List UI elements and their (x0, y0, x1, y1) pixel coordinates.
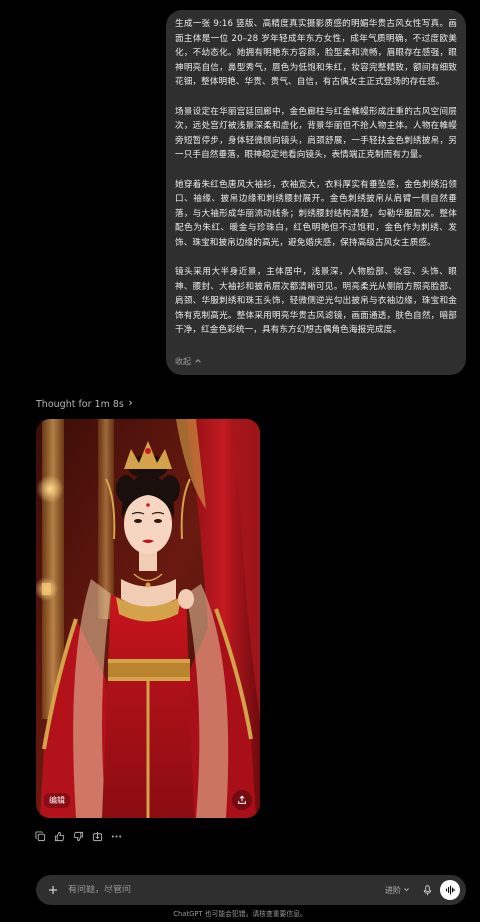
microphone-icon[interactable] (420, 883, 434, 897)
thumbs-up-icon[interactable] (53, 830, 66, 843)
portrait-illustration (36, 419, 260, 818)
thumbs-down-icon[interactable] (72, 830, 85, 843)
share-icon[interactable] (91, 830, 104, 843)
share-icon[interactable] (232, 790, 252, 810)
mode-label: 进阶 (385, 885, 401, 895)
waveform-icon (445, 885, 455, 895)
edit-image-button[interactable]: 编辑 (44, 793, 70, 808)
chevron-down-icon (403, 886, 410, 895)
mode-selector[interactable]: 进阶 (385, 885, 410, 896)
prompt-paragraph: 她穿着朱红色唐风大袖衫，衣袖宽大，衣料厚实有垂坠感，金色刺绣沿领口、袖缘、披帛边… (175, 179, 457, 248)
collapse-button[interactable]: 收起 (175, 356, 202, 367)
footer-disclaimer: ChatGPT 也可能会犯错。请核查重要信息。 (173, 910, 307, 918)
chat-page: 生成一张 9:16 竖版、高精度真实摄影质感的明媚华贵古风女性写真。画面主体是一… (0, 0, 480, 922)
message-actions (34, 830, 123, 843)
message-input[interactable] (68, 885, 385, 895)
voice-mode-button[interactable] (440, 880, 460, 900)
copy-icon[interactable] (34, 830, 47, 843)
collapse-label: 收起 (175, 357, 191, 366)
more-icon[interactable] (110, 830, 123, 843)
prompt-paragraph: 镜头采用大半身近景，主体居中，浅景深，人物脸部、妆容、头饰、眼神、腰封、大袖衫和… (175, 267, 457, 336)
prompt-paragraph: 生成一张 9:16 竖版、高精度真实摄影质感的明媚华贵古风女性写真。画面主体是一… (175, 19, 457, 88)
prompt-paragraph: 场景设定在华丽宫廷回廊中，金色廊柱与红金帷幔形成庄重的古风空间层次，远处宫灯被浅… (175, 106, 457, 161)
composer: 进阶 (36, 875, 466, 905)
chevron-right-icon (127, 399, 134, 410)
plus-icon[interactable] (46, 883, 60, 897)
user-message-bubble: 生成一张 9:16 竖版、高精度真实摄影质感的明媚华贵古风女性写真。画面主体是一… (166, 10, 466, 375)
thought-toggle[interactable]: Thought for 1m 8s (36, 399, 134, 410)
thought-label: Thought for 1m 8s (36, 399, 124, 410)
chevron-up-icon (194, 357, 202, 367)
generated-image[interactable]: 编辑 (36, 419, 260, 818)
